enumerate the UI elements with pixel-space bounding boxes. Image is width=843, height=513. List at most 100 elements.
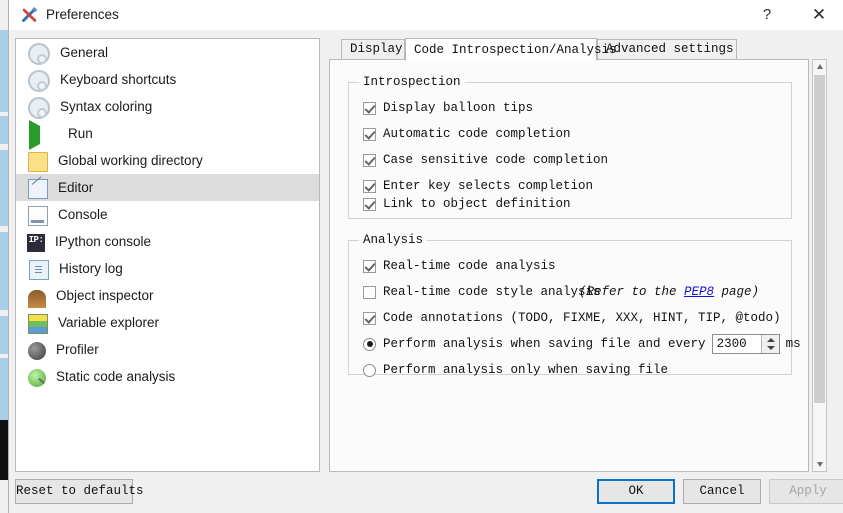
sidebar-item-label: Global working directory bbox=[58, 153, 203, 168]
checkbox-indicator[interactable] bbox=[363, 285, 376, 299]
sidebar-item-label: History log bbox=[59, 261, 123, 276]
sidebar-item-label: Run bbox=[68, 126, 93, 141]
vertical-scrollbar[interactable] bbox=[812, 59, 827, 472]
checkbox-indicator[interactable] bbox=[363, 179, 376, 193]
pep8-note: (Refer to the PEP8 page) bbox=[579, 281, 759, 303]
introspection-group: Introspection Display balloon tips Autom… bbox=[348, 75, 792, 219]
checkbox-label: Automatic code completion bbox=[383, 127, 571, 141]
checkbox-indicator[interactable] bbox=[363, 153, 376, 167]
tab-display[interactable]: Display bbox=[341, 39, 405, 60]
profiler-icon bbox=[28, 341, 46, 360]
chevron-down-icon bbox=[816, 462, 823, 467]
gear-icon bbox=[28, 70, 50, 92]
analysis-interval-value[interactable]: 2300 bbox=[713, 335, 747, 353]
gear-icon bbox=[28, 43, 50, 65]
sidebar-item-label: Object inspector bbox=[56, 288, 154, 303]
checkbox-automatic-code-completion[interactable]: Automatic code completion bbox=[363, 123, 571, 145]
sidebar-item-label: Variable explorer bbox=[58, 315, 160, 330]
variable-explorer-icon bbox=[28, 314, 48, 334]
checkbox-indicator[interactable] bbox=[363, 197, 376, 211]
radio-analysis-on-save-and-interval[interactable]: Perform analysis when saving file and ev… bbox=[363, 333, 801, 355]
checkbox-indicator[interactable] bbox=[363, 311, 376, 325]
settings-pane: Display Code Introspection/Analysis Adva… bbox=[329, 38, 827, 472]
checkbox-real-time-code-style-analysis[interactable]: Real-time code style analysis bbox=[363, 281, 601, 303]
sidebar-item-object-inspector[interactable]: Object inspector bbox=[16, 282, 319, 309]
sidebar-item-syntax-coloring[interactable]: Syntax coloring bbox=[16, 93, 319, 120]
sidebar-item-label: Profiler bbox=[56, 342, 99, 357]
sidebar-item-console[interactable]: Console bbox=[16, 201, 319, 228]
sidebar-item-label: Syntax coloring bbox=[60, 99, 153, 114]
apply-button: Apply bbox=[769, 479, 843, 504]
tab-code-introspection-analysis[interactable]: Code Introspection/Analysis bbox=[405, 38, 617, 61]
checkbox-indicator[interactable] bbox=[363, 259, 376, 273]
radio-indicator[interactable] bbox=[363, 363, 376, 377]
checkbox-label: Case sensitive code completion bbox=[383, 153, 609, 167]
console-icon bbox=[28, 206, 48, 226]
sidebar-item-history-log[interactable]: History log bbox=[16, 255, 319, 282]
sidebar-item-variable-explorer[interactable]: Variable explorer bbox=[16, 309, 319, 336]
sidebar-item-global-working-directory[interactable]: Global working directory bbox=[16, 147, 319, 174]
sidebar-item-editor[interactable]: Editor bbox=[16, 174, 319, 201]
checkbox-display-balloon-tips[interactable]: Display balloon tips bbox=[363, 97, 533, 119]
editor-icon bbox=[28, 179, 48, 199]
checkbox-code-annotations[interactable]: Code annotations (TODO, FIXME, XXX, HINT… bbox=[363, 307, 781, 329]
sidebar-item-keyboard-shortcuts[interactable]: Keyboard shortcuts bbox=[16, 66, 319, 93]
checkbox-label: Code annotations (TODO, FIXME, XXX, HINT… bbox=[383, 311, 781, 325]
gear-icon bbox=[28, 97, 50, 119]
checkbox-label: Link to object definition bbox=[383, 197, 571, 211]
analysis-interval-unit: ms bbox=[785, 337, 801, 351]
tab-content-panel: Introspection Display balloon tips Autom… bbox=[329, 59, 809, 472]
checkbox-real-time-code-analysis[interactable]: Real-time code analysis bbox=[363, 255, 556, 277]
checkbox-link-to-object-definition[interactable]: Link to object definition bbox=[363, 193, 571, 215]
help-button[interactable]: ? bbox=[744, 0, 790, 30]
spinner-down-icon[interactable] bbox=[766, 346, 775, 350]
tab-strip: Display Code Introspection/Analysis Adva… bbox=[329, 38, 827, 61]
analysis-group-title: Analysis bbox=[359, 233, 428, 247]
scrollbar-thumb[interactable] bbox=[814, 75, 825, 403]
radio-analysis-only-on-save[interactable]: Perform analysis only when saving file bbox=[363, 359, 668, 381]
sidebar-item-label: IPython console bbox=[55, 234, 152, 249]
sidebar-item-general[interactable]: General bbox=[16, 39, 319, 66]
window-title: Preferences bbox=[46, 7, 119, 22]
sidebar-item-profiler[interactable]: Profiler bbox=[16, 336, 319, 363]
play-icon bbox=[29, 120, 58, 150]
reset-to-defaults-button[interactable]: Reset to defaults bbox=[15, 479, 144, 504]
pylint-icon bbox=[28, 369, 46, 387]
radio-label: Perform analysis only when saving file bbox=[383, 363, 669, 377]
sidebar-item-label: General bbox=[60, 45, 109, 60]
introspection-group-title: Introspection bbox=[359, 75, 465, 89]
spinbox-arrows[interactable] bbox=[760, 335, 779, 353]
analysis-interval-spinbox[interactable]: 2300 bbox=[711, 334, 780, 354]
pep8-note-prefix: (Refer to the bbox=[579, 285, 685, 299]
checkbox-indicator[interactable] bbox=[363, 101, 376, 115]
checkbox-label: Real-time code analysis bbox=[383, 259, 556, 273]
sidebar-item-ipython-console[interactable]: IP: IPython console bbox=[16, 228, 319, 255]
chevron-up-icon bbox=[816, 64, 823, 69]
sidebar-item-label: Editor bbox=[58, 180, 94, 195]
title-bar: Preferences ? ✕ bbox=[9, 0, 843, 30]
checkbox-case-sensitive-code-completion[interactable]: Case sensitive code completion bbox=[363, 149, 608, 171]
settings-category-list[interactable]: General Keyboard shortcuts Syntax colori… bbox=[15, 38, 320, 472]
sidebar-item-label: Console bbox=[58, 207, 108, 222]
tools-icon bbox=[21, 6, 39, 24]
close-button[interactable]: ✕ bbox=[796, 0, 842, 30]
scroll-down-button[interactable] bbox=[813, 457, 826, 471]
folder-icon bbox=[28, 152, 48, 172]
sidebar-item-run[interactable]: Run bbox=[16, 120, 319, 150]
ipython-icon: IP: bbox=[27, 234, 45, 252]
tab-advanced-settings[interactable]: Advanced settings bbox=[597, 39, 737, 60]
object-inspector-icon bbox=[28, 289, 46, 308]
cancel-button[interactable]: Cancel bbox=[683, 479, 761, 504]
sidebar-item-label: Static code analysis bbox=[56, 369, 176, 384]
scroll-up-button[interactable] bbox=[813, 60, 826, 74]
analysis-group: Analysis Real-time code analysis Real-ti… bbox=[348, 233, 801, 377]
preferences-dialog: Preferences ? ✕ General Keyboard shortcu… bbox=[8, 0, 843, 513]
checkbox-indicator[interactable] bbox=[363, 127, 376, 141]
pep8-note-suffix: page) bbox=[714, 285, 760, 299]
pep8-link[interactable]: PEP8 bbox=[684, 285, 714, 299]
radio-indicator[interactable] bbox=[363, 337, 376, 351]
spinner-up-icon[interactable] bbox=[766, 338, 775, 342]
sidebar-item-static-code-analysis[interactable]: Static code analysis bbox=[16, 363, 319, 390]
ok-button[interactable]: OK bbox=[597, 479, 675, 504]
sidebar-item-label: Keyboard shortcuts bbox=[60, 72, 177, 87]
